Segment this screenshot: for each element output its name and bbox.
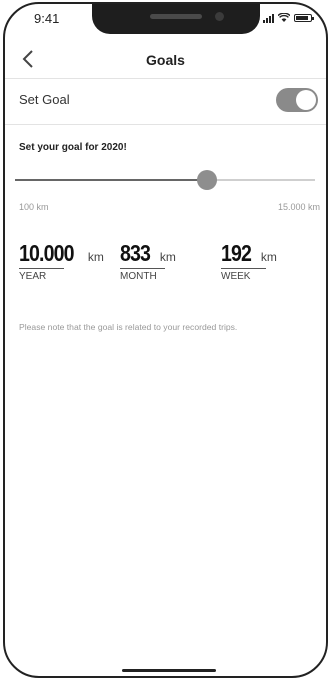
divider bbox=[5, 78, 326, 79]
status-time: 9:41 bbox=[34, 11, 60, 26]
goal-note: Please note that the goal is related to … bbox=[19, 322, 238, 332]
stat-underline bbox=[120, 268, 165, 269]
stat-underline bbox=[19, 268, 64, 269]
speaker-grille bbox=[150, 14, 202, 19]
stat-value: 10.000 bbox=[19, 240, 75, 266]
wifi-icon bbox=[278, 13, 290, 22]
stat-period: YEAR bbox=[19, 271, 47, 282]
stat-year: 10.000 km YEAR bbox=[19, 240, 104, 282]
phone-frame: 9:41 Goals Set Goal Set your goal for 20… bbox=[3, 2, 328, 678]
goal-slider[interactable] bbox=[15, 169, 315, 191]
slider-max-label: 15.000 km bbox=[277, 202, 320, 212]
stat-unit: km bbox=[87, 250, 104, 264]
set-goal-label: Set Goal bbox=[19, 92, 70, 107]
status-icons bbox=[263, 13, 314, 23]
cellular-signal-icon bbox=[263, 13, 274, 23]
stat-unit: km bbox=[260, 250, 277, 264]
stat-value: 833 bbox=[120, 240, 151, 266]
home-indicator[interactable] bbox=[122, 669, 216, 672]
set-goal-row: Set Goal bbox=[5, 86, 326, 118]
stat-value: 192 bbox=[221, 240, 252, 266]
stat-period: WEEK bbox=[221, 271, 251, 282]
camera-icon bbox=[215, 12, 224, 21]
stat-week: 192 km WEEK bbox=[221, 240, 277, 282]
stat-month: 833 km MONTH bbox=[120, 240, 176, 282]
set-goal-toggle[interactable] bbox=[276, 88, 318, 112]
slider-thumb[interactable] bbox=[197, 170, 217, 190]
page-title: Goals bbox=[146, 52, 185, 68]
toggle-knob bbox=[296, 90, 316, 110]
stat-period: MONTH bbox=[120, 271, 157, 282]
notch bbox=[92, 4, 260, 34]
battery-icon bbox=[294, 14, 314, 22]
stat-unit: km bbox=[159, 250, 176, 264]
divider bbox=[5, 124, 326, 125]
nav-bar: Goals bbox=[5, 46, 326, 76]
slider-fill bbox=[15, 179, 207, 181]
goal-heading: Set your goal for 2020! bbox=[19, 142, 127, 153]
stat-underline bbox=[221, 268, 266, 269]
slider-min-label: 100 km bbox=[19, 202, 49, 212]
